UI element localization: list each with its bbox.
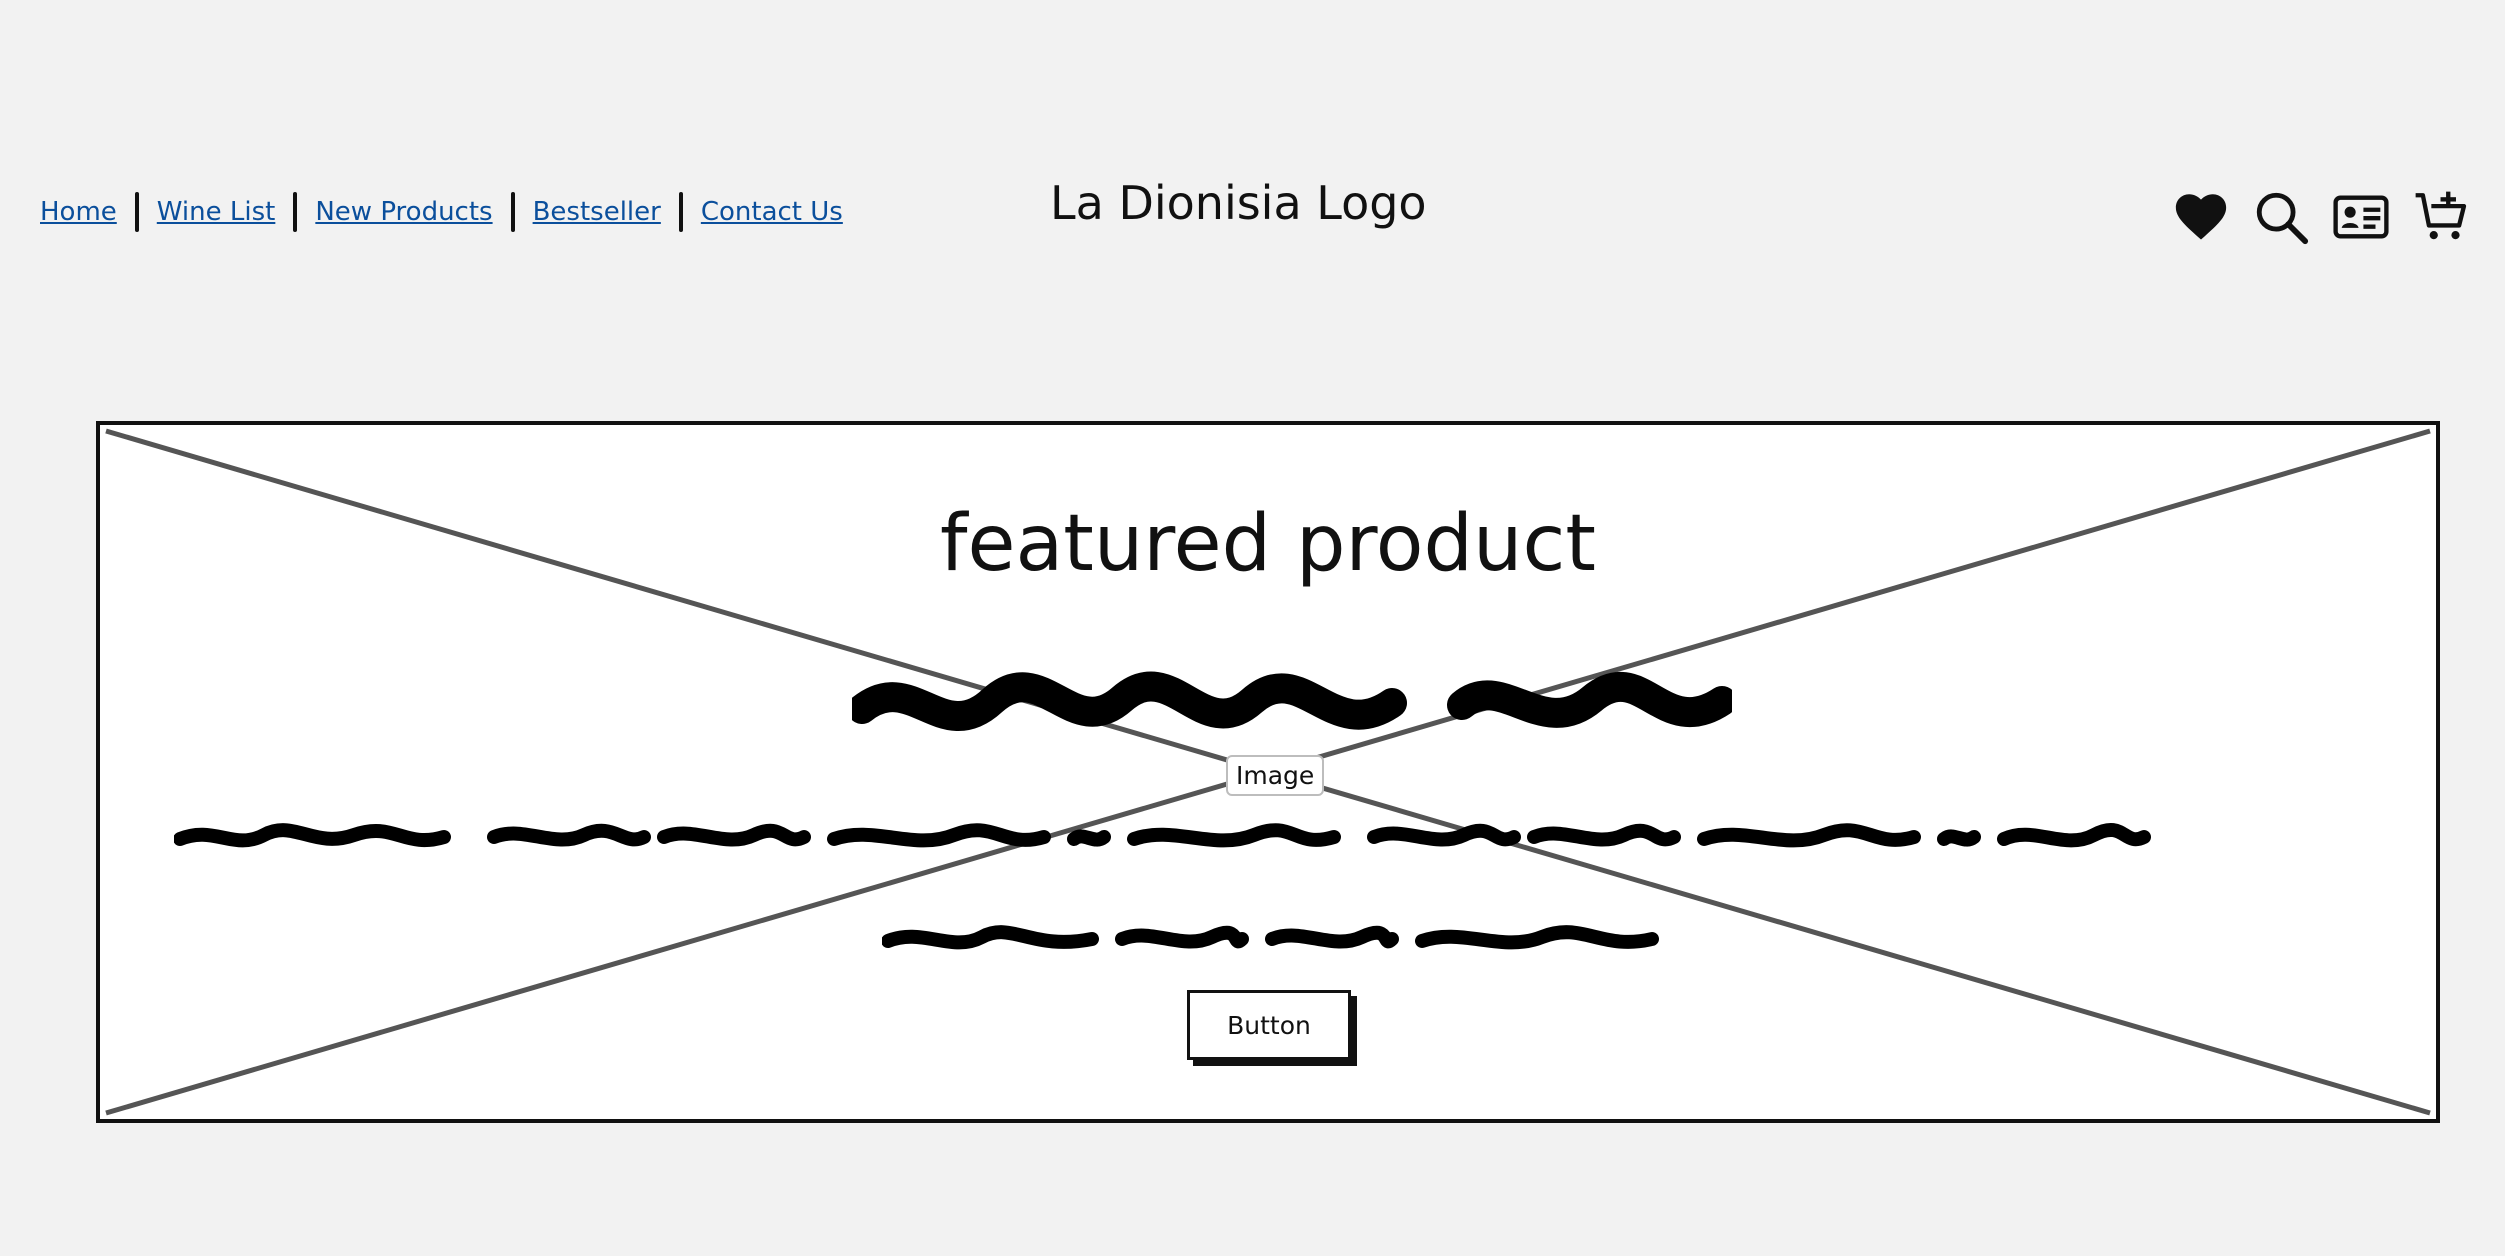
nav-link-home[interactable]: Home xyxy=(40,197,117,227)
description-scribble-line-1 xyxy=(174,823,2151,848)
header-icon-group xyxy=(2172,188,2470,246)
nav-link-bestseller[interactable]: Bestseller xyxy=(533,197,661,227)
account-card-icon[interactable] xyxy=(2332,188,2390,246)
nav-link-contact-us[interactable]: Contact Us xyxy=(701,197,843,227)
nav-separator xyxy=(510,192,515,232)
heart-icon[interactable] xyxy=(2172,188,2230,246)
nav-separator xyxy=(293,192,298,232)
image-placeholder-label: Image xyxy=(1226,755,1325,796)
main-nav: Home Wine List New Products Bestseller C… xyxy=(40,192,843,232)
site-logo[interactable]: La Dionisia Logo xyxy=(1050,176,1427,230)
description-scribble-line-2 xyxy=(882,925,1659,950)
featured-product-banner: featured product Image Button xyxy=(96,421,2440,1123)
nav-separator xyxy=(678,192,683,232)
nav-separator xyxy=(134,192,139,232)
featured-title: featured product xyxy=(940,499,1596,589)
nav-link-wine-list[interactable]: Wine List xyxy=(157,197,276,227)
add-to-cart-icon[interactable] xyxy=(2412,188,2470,246)
search-icon[interactable] xyxy=(2252,188,2310,246)
featured-product-button[interactable]: Button xyxy=(1187,990,1351,1060)
nav-link-new-products[interactable]: New Products xyxy=(315,197,492,227)
headline-scribble xyxy=(852,671,1732,731)
